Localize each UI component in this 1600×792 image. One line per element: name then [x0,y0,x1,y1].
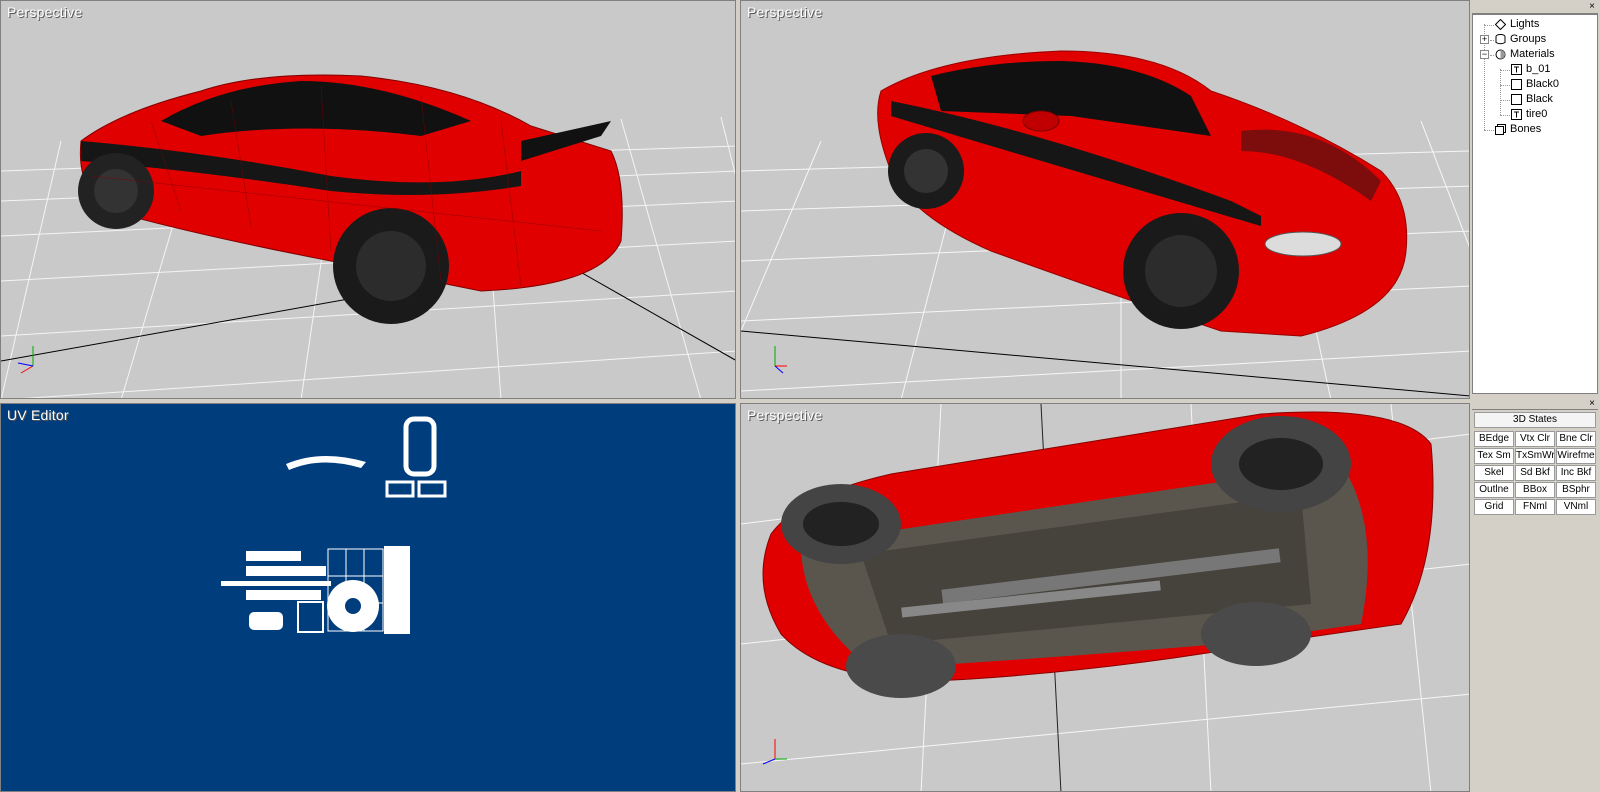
states-panel-close-button[interactable]: × [1586,399,1598,409]
scene-tree: Lights + Groups − Materials b_01 Black0 … [1473,15,1597,137]
bbox-button[interactable]: BBox [1515,482,1555,498]
tree-item-label: Black0 [1526,78,1560,90]
3d-states-panel: 3D States BEdge Vtx Clr Bne Clr Tex Sm T… [1472,410,1598,792]
axis-gizmo-icon [762,739,787,765]
tree-item-label: Materials [1510,48,1555,60]
tree-item-label: Black [1526,93,1553,105]
viewport-title: UV Editor [7,407,69,423]
tree-item-label: tire0 [1526,108,1548,120]
fnml-button[interactable]: FNml [1515,499,1555,515]
perspective-viewport-top-left[interactable]: Perspective [0,0,736,399]
tree-expander-button[interactable]: − [1480,50,1489,59]
outlne-button[interactable]: Outlne [1474,482,1514,498]
viewport-title: Perspective [7,4,83,20]
material-icon [1495,49,1506,60]
txsmwr-button[interactable]: TxSmWr [1515,448,1555,464]
shaded-scene [741,50,1469,398]
vtx-clr-button[interactable]: Vtx Clr [1515,431,1555,447]
tree-item-lights[interactable]: Lights [1473,17,1597,32]
tree-item-label: Lights [1510,18,1540,30]
perspective-viewport-top-right[interactable]: Perspective [740,0,1470,399]
tree-item-bones[interactable]: Bones [1473,122,1597,137]
tree-item-groups[interactable]: + Groups [1473,32,1597,47]
axis-gizmo-icon [17,346,34,374]
material-swatch-icon [1511,79,1522,90]
perspective-viewport-bottom-right[interactable]: Perspective [740,403,1470,792]
model-viewer-app: Perspective Perspective UV Editor Perspe… [0,0,1600,792]
viewport-title: Perspective [747,407,823,423]
texture-icon [1511,109,1522,120]
uv-islands [221,416,447,634]
grid-button[interactable]: Grid [1474,499,1514,515]
tree-item-b01[interactable]: b_01 [1473,62,1597,77]
tree-item-black[interactable]: Black [1473,92,1597,107]
bne-clr-button[interactable]: Bne Clr [1556,431,1596,447]
tree-item-label: b_01 [1526,63,1551,75]
sd-bkf-button[interactable]: Sd Bkf [1515,465,1555,481]
bsphr-button[interactable]: BSphr [1556,482,1596,498]
wireframe-scene [1,74,735,398]
underside-scene [741,404,1469,791]
bone-icon [1495,124,1506,135]
tree-item-tire0[interactable]: tire0 [1473,107,1597,122]
scene-tree-panel[interactable]: Lights + Groups − Materials b_01 Black0 … [1472,14,1598,394]
uv-editor-viewport[interactable]: UV Editor [0,403,736,792]
bedge-button[interactable]: BEdge [1474,431,1514,447]
tex-sm-button[interactable]: Tex Sm [1474,448,1514,464]
texture-icon [1511,64,1522,75]
tree-item-label: Groups [1510,33,1547,45]
tree-expander-button[interactable]: + [1480,35,1489,44]
group-icon [1495,34,1506,45]
light-icon [1495,19,1506,30]
axis-gizmo-icon [774,346,787,374]
tree-item-black0[interactable]: Black0 [1473,77,1597,92]
material-swatch-icon [1511,94,1522,105]
vnml-button[interactable]: VNml [1556,499,1596,515]
wirefme-button[interactable]: Wirefme [1556,448,1596,464]
tree-item-materials[interactable]: − Materials [1473,47,1597,62]
tree-item-label: Bones [1510,123,1542,135]
3d-states-header-button[interactable]: 3D States [1474,412,1596,428]
tree-panel-close-button[interactable]: × [1586,2,1598,12]
inc-bkf-button[interactable]: Inc Bkf [1556,465,1596,481]
viewport-title: Perspective [747,4,823,20]
skel-button[interactable]: Skel [1474,465,1514,481]
